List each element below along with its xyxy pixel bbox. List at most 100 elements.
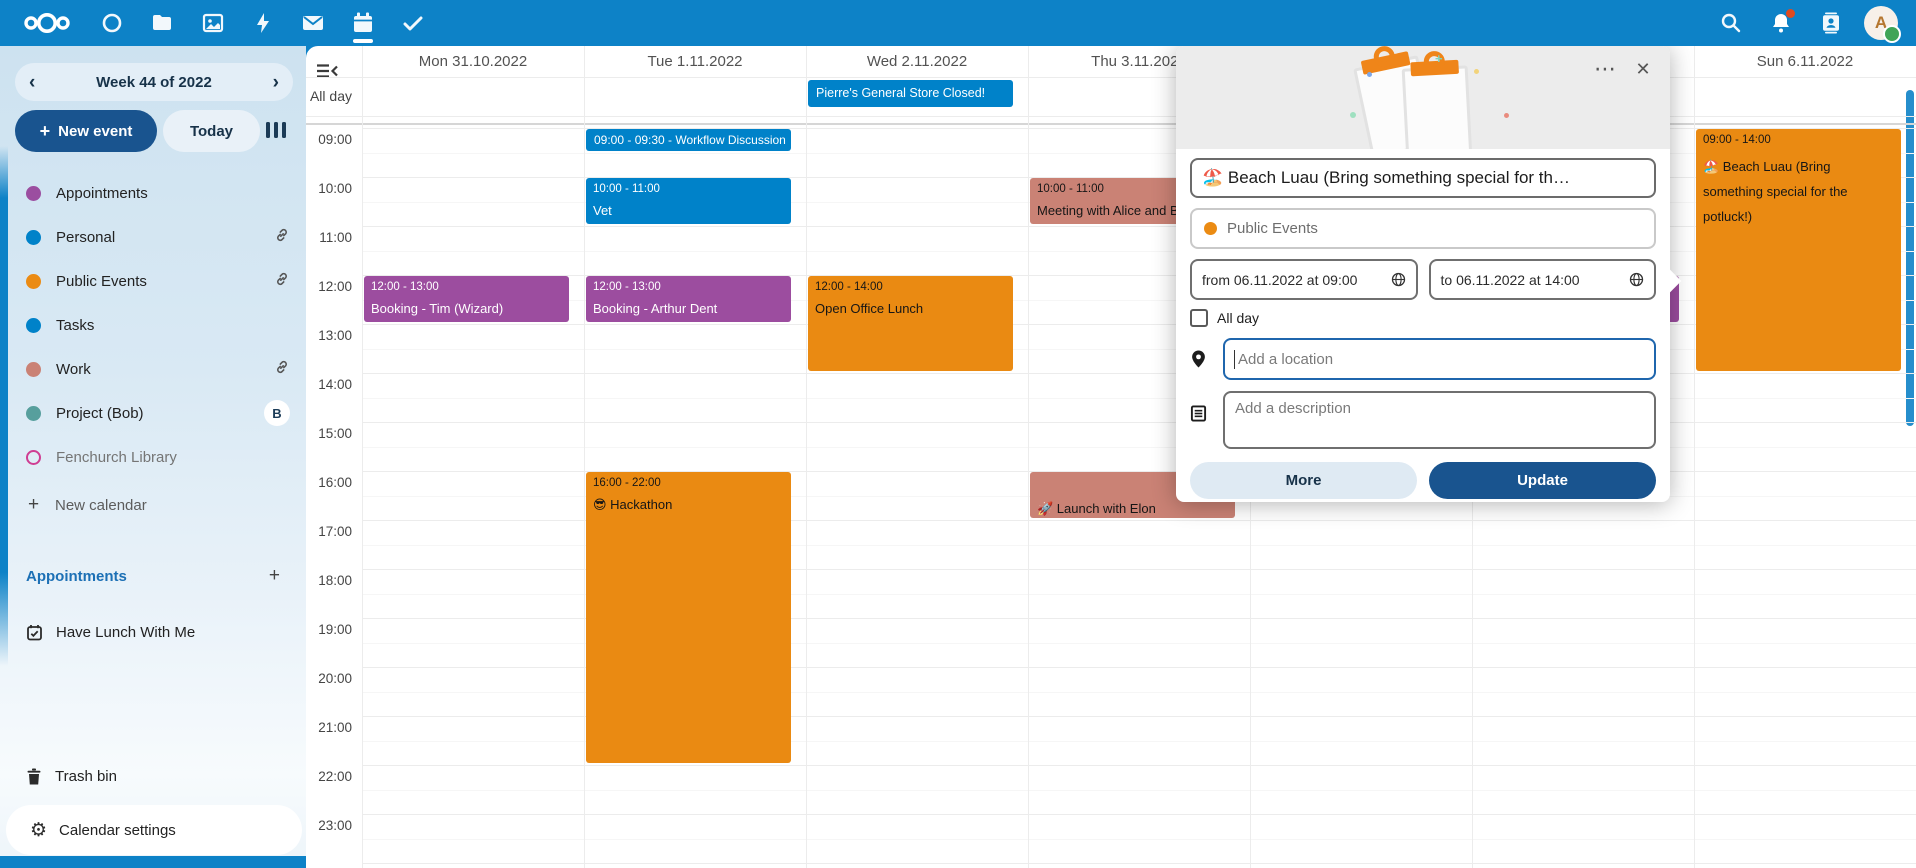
- timezone-globe-icon[interactable]: [1391, 272, 1406, 287]
- dashboard-icon[interactable]: [100, 11, 124, 35]
- hour-label: 23:00: [306, 818, 352, 833]
- new-calendar-button[interactable]: + New calendar: [0, 483, 306, 527]
- hour-label: 10:00: [306, 181, 352, 196]
- calendar-select[interactable]: Public Events: [1190, 208, 1656, 249]
- hour-label: 16:00: [306, 475, 352, 490]
- calendar-label: Public Events: [56, 273, 259, 290]
- event-beach-luau[interactable]: 09:00 - 14:00🏖️ Beach Luau (Bring someth…: [1696, 129, 1901, 371]
- event-title: Open Office Lunch: [808, 293, 1013, 316]
- description-input[interactable]: Add a description: [1223, 391, 1656, 449]
- checkbox-box[interactable]: [1190, 309, 1208, 327]
- hour-line: [362, 373, 1916, 374]
- notifications-button[interactable]: [1769, 11, 1793, 35]
- today-label: Today: [190, 123, 233, 140]
- day-header-1: Tue 1.11.2022: [584, 46, 806, 77]
- add-appointment-config-button[interactable]: +: [269, 565, 280, 587]
- sidebar-calendar-fenchurch-library[interactable]: Fenchurch Library: [0, 435, 306, 479]
- tasks-icon[interactable]: [401, 11, 425, 35]
- event-booking-arthur-dent[interactable]: 12:00 - 13:00Booking - Arthur Dent: [586, 276, 791, 322]
- appointments-section-header: Appointments +: [0, 554, 306, 598]
- hour-line: [362, 765, 1916, 766]
- timezone-globe-icon[interactable]: [1629, 272, 1644, 287]
- event-vet[interactable]: 10:00 - 11:00Vet: [586, 178, 791, 224]
- event-time: 09:00 - 14:00: [1696, 129, 1901, 146]
- all-day-checkbox[interactable]: All day: [1190, 309, 1656, 327]
- event-open-office-lunch[interactable]: 12:00 - 14:00Open Office Lunch: [808, 276, 1013, 371]
- trash-bin-item[interactable]: Trash bin: [0, 754, 306, 798]
- event-booking-tim-wizard[interactable]: 12:00 - 13:00Booking - Tim (Wizard): [364, 276, 569, 322]
- popup-close-button[interactable]: ✕: [1628, 54, 1658, 84]
- hour-label: 12:00: [306, 279, 352, 294]
- week-navigation[interactable]: ‹ Week 44 of 2022 ›: [15, 63, 293, 101]
- files-icon[interactable]: [150, 11, 174, 35]
- week-label[interactable]: Week 44 of 2022: [96, 74, 212, 91]
- more-button-label: More: [1286, 472, 1322, 489]
- hour-line: [362, 422, 1916, 423]
- more-button[interactable]: More: [1190, 462, 1417, 499]
- trash-bin-label: Trash bin: [55, 768, 117, 785]
- hour-label: 15:00: [306, 426, 352, 441]
- hour-label: 20:00: [306, 671, 352, 686]
- calendar-color-dot: [26, 274, 41, 289]
- column-border: [584, 46, 585, 868]
- scroll-divider: [306, 123, 1916, 125]
- hour-label: 09:00: [306, 132, 352, 147]
- scrollbar-thumb[interactable]: [1906, 90, 1914, 426]
- contacts-icon[interactable]: [1819, 11, 1843, 35]
- calendar-color-ring: [26, 450, 41, 465]
- sidebar-calendar-personal[interactable]: Personal: [0, 215, 306, 259]
- today-button[interactable]: Today: [163, 110, 260, 152]
- sidebar-calendar-project-bob-[interactable]: Project (Bob)B: [0, 391, 306, 435]
- search-icon[interactable]: [1719, 11, 1743, 35]
- sidebar-calendar-tasks[interactable]: Tasks: [0, 303, 306, 347]
- user-avatar[interactable]: A: [1864, 6, 1898, 40]
- sidebar: ‹ Week 44 of 2022 › + New event Today Ap…: [0, 46, 306, 856]
- event-time: 16:00 - 22:00: [586, 472, 791, 489]
- description-icon: [1190, 405, 1207, 422]
- calendar-color-dot: [26, 362, 41, 377]
- day-header-2: Wed 2.11.2022: [806, 46, 1028, 77]
- grid-line: [306, 116, 1916, 117]
- section-title: Appointments: [26, 568, 269, 585]
- calendar-color-dot: [26, 406, 41, 421]
- event-hackathon[interactable]: 16:00 - 22:00😎 Hackathon: [586, 472, 791, 763]
- description-placeholder: Add a description: [1235, 400, 1351, 417]
- view-columns-icon[interactable]: [266, 122, 286, 138]
- new-calendar-label: New calendar: [55, 497, 147, 514]
- online-status-dot: [1883, 25, 1901, 43]
- calendar-color-dot: [26, 318, 41, 333]
- column-border: [1028, 46, 1029, 868]
- update-button[interactable]: Update: [1429, 462, 1656, 499]
- popup-more-actions-button[interactable]: ⋯: [1590, 54, 1620, 84]
- sidebar-calendar-public-events[interactable]: Public Events: [0, 259, 306, 303]
- appointment-config-label: Have Lunch With Me: [56, 624, 195, 641]
- notification-dot: [1786, 9, 1795, 18]
- all-day-label: All day: [1217, 310, 1259, 326]
- photos-icon[interactable]: [201, 11, 225, 35]
- sidebar-calendar-work[interactable]: Work: [0, 347, 306, 391]
- hour-label: 17:00: [306, 524, 352, 539]
- new-event-button[interactable]: + New event: [15, 110, 157, 152]
- end-datetime-value: to 06.11.2022 at 14:00: [1441, 272, 1580, 288]
- calendar-icon[interactable]: [351, 11, 375, 35]
- location-input[interactable]: Add a location: [1223, 338, 1656, 380]
- hour-label: 21:00: [306, 720, 352, 735]
- start-datetime-input[interactable]: from 06.11.2022 at 09:00: [1190, 259, 1418, 300]
- end-datetime-input[interactable]: to 06.11.2022 at 14:00: [1429, 259, 1657, 300]
- event-workflow-discussion[interactable]: 09:00 - 09:30 - Workflow Discussion: [586, 129, 791, 151]
- nextcloud-logo[interactable]: [22, 8, 72, 38]
- next-week-button[interactable]: ›: [273, 73, 279, 92]
- calendar-color-dot: [26, 230, 41, 245]
- calendar-label: Project (Bob): [56, 405, 249, 422]
- event-pierres-general-store-closed[interactable]: Pierre's General Store Closed!: [808, 80, 1013, 107]
- previous-week-button[interactable]: ‹: [29, 73, 35, 92]
- calendar-check-icon: [26, 624, 43, 641]
- event-title: 😎 Hackathon: [586, 489, 791, 513]
- sidebar-calendar-appointments[interactable]: Appointments: [0, 171, 306, 215]
- mail-icon[interactable]: [301, 11, 325, 35]
- calendar-settings-button[interactable]: ⚙ Calendar settings: [6, 805, 302, 855]
- activity-icon[interactable]: [251, 11, 275, 35]
- appointment-config-item[interactable]: Have Lunch With Me: [0, 610, 306, 654]
- event-title-input[interactable]: 🏖️ Beach Luau (Bring something special f…: [1190, 158, 1656, 198]
- share-link-icon: [274, 227, 290, 247]
